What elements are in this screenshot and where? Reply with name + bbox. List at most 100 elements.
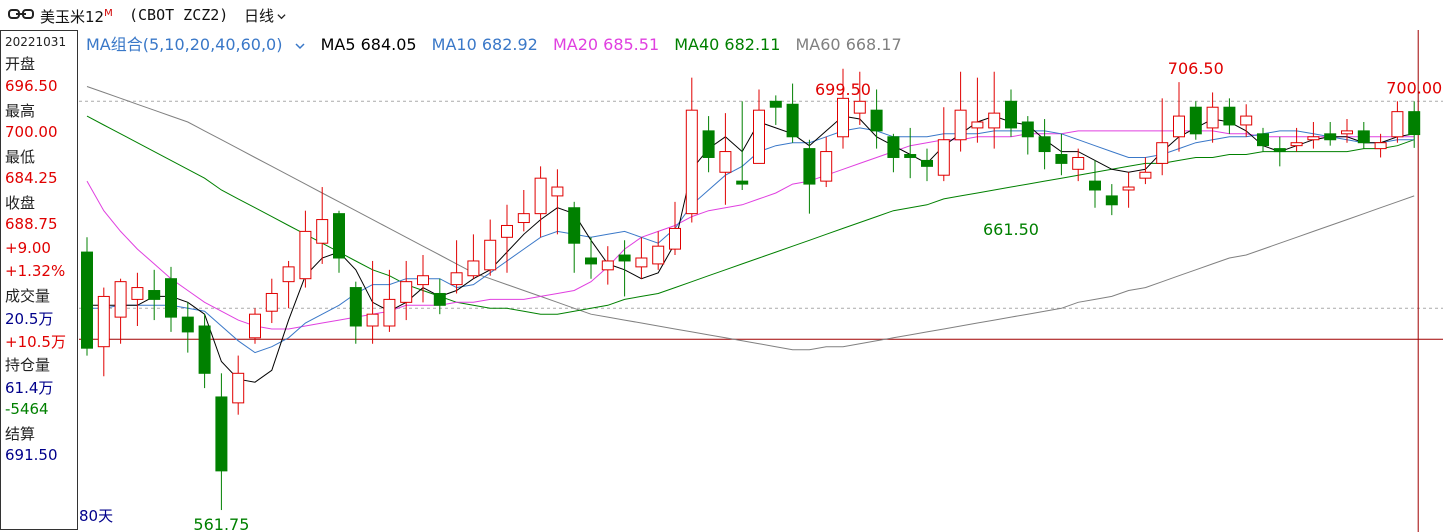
candle-down xyxy=(1038,136,1051,153)
candle-up xyxy=(937,139,950,176)
link-icon[interactable] xyxy=(8,7,34,21)
candle-up xyxy=(534,177,547,215)
candle-up xyxy=(1156,142,1169,164)
candle-up xyxy=(1341,130,1353,135)
candle-down xyxy=(702,130,715,158)
candle-up xyxy=(417,275,429,286)
ma60-legend: MA60 668.17 xyxy=(795,35,902,54)
open-interest-change: -5464 xyxy=(5,400,49,418)
open-interest-label: 持仓量 xyxy=(5,356,51,374)
candle-up xyxy=(249,313,261,339)
candle-up xyxy=(501,224,513,238)
candle-up xyxy=(685,109,698,215)
price-annotation: 561.75 xyxy=(193,515,249,532)
title-bar: 美玉米12M (CBOT ZCZ2) 日线 xyxy=(0,0,1443,30)
candle-down xyxy=(585,257,597,265)
candle-down xyxy=(1005,100,1017,129)
candle-down xyxy=(1105,195,1118,206)
candle-up xyxy=(265,292,278,312)
candle-up xyxy=(652,245,665,265)
change-percent: +1.32% xyxy=(5,262,66,280)
candle-down xyxy=(81,251,93,349)
candle-up xyxy=(1072,156,1085,170)
candle-down xyxy=(921,159,933,167)
candle-down xyxy=(1021,121,1034,138)
price-annotation: 700.00 xyxy=(1386,78,1442,97)
candlestick-chart[interactable]: 699.50 706.50 700.00 661.50 561.75 xyxy=(79,30,1443,532)
symbol-badge: M xyxy=(104,8,113,19)
candle-down xyxy=(786,103,799,138)
candle-down xyxy=(870,109,883,132)
candle-down xyxy=(1223,106,1236,126)
quote-info-panel: 20221031 开盘 696.50 最高 700.00 最低 684.25 收… xyxy=(0,30,78,530)
ma40-legend: MA40 682.11 xyxy=(674,35,781,54)
low-label: 最低 xyxy=(5,148,36,166)
candle-down xyxy=(618,254,631,262)
candle-up xyxy=(635,257,648,268)
candle-up xyxy=(97,295,110,348)
candle-up xyxy=(753,109,765,164)
candle-up xyxy=(467,260,480,277)
candle-up xyxy=(551,186,564,197)
price-annotation: 661.50 xyxy=(983,220,1039,239)
ma20-line xyxy=(86,130,1415,330)
candle-up xyxy=(1206,106,1219,129)
candle-up xyxy=(988,112,1001,129)
candle-down xyxy=(1089,180,1101,191)
candle-down xyxy=(198,325,211,374)
info-date: 20221031 xyxy=(5,35,67,49)
candle-down xyxy=(433,292,446,306)
volume-change: +10.5万 xyxy=(5,333,66,351)
candle-down xyxy=(349,287,362,327)
candle-up xyxy=(131,287,144,300)
candle-down xyxy=(181,316,194,333)
candle-down xyxy=(1273,148,1286,153)
candle-down xyxy=(904,154,917,158)
high-value: 700.00 xyxy=(5,123,58,141)
candle-up xyxy=(1307,136,1320,141)
ma10-legend: MA10 682.92 xyxy=(431,35,538,54)
ma5-legend: MA5 684.05 xyxy=(320,35,417,54)
candle-up xyxy=(719,151,732,173)
settle-value: 691.50 xyxy=(5,446,58,464)
high-label: 最高 xyxy=(5,102,36,120)
ma40-line xyxy=(86,115,1415,315)
candle-up xyxy=(1391,111,1404,138)
volume-value: 20.5万 xyxy=(5,310,54,328)
candle-up xyxy=(1122,186,1135,191)
price-annotation: 706.50 xyxy=(1168,59,1224,78)
ma-group-selector[interactable]: MA组合(5,10,20,40,60,0) xyxy=(86,35,305,54)
candle-down xyxy=(568,207,581,244)
candle-up xyxy=(1374,142,1387,150)
candle-down xyxy=(1055,154,1068,164)
candle-up xyxy=(1240,115,1253,126)
candle-down xyxy=(887,136,900,158)
candle-up xyxy=(316,219,329,244)
candle-up xyxy=(366,313,379,327)
candle-up xyxy=(450,272,463,286)
candle-up xyxy=(114,281,127,318)
candle-down xyxy=(803,148,816,185)
candle-down xyxy=(1257,133,1269,147)
candle-up xyxy=(1290,142,1303,147)
candle-up xyxy=(853,100,866,114)
candle-up xyxy=(299,230,312,280)
close-value: 688.75 xyxy=(5,215,58,233)
settle-label: 结算 xyxy=(5,425,36,443)
candle-up xyxy=(484,239,497,271)
candle-down xyxy=(333,213,345,259)
candle-up xyxy=(383,298,396,327)
candle-down xyxy=(1324,133,1337,141)
price-annotation: 699.50 xyxy=(815,80,871,99)
candle-down xyxy=(1189,106,1202,135)
candle-down xyxy=(1357,130,1370,144)
ma20-legend: MA20 685.51 xyxy=(552,35,660,54)
candle-up xyxy=(971,121,984,129)
chevron-down-icon xyxy=(295,43,305,50)
candle-down xyxy=(148,290,161,300)
period-dropdown[interactable]: 日线 xyxy=(244,5,286,26)
candle-down xyxy=(215,396,228,472)
ma10-line xyxy=(87,127,1415,354)
low-value: 684.25 xyxy=(5,169,58,187)
candle-up xyxy=(669,227,681,250)
